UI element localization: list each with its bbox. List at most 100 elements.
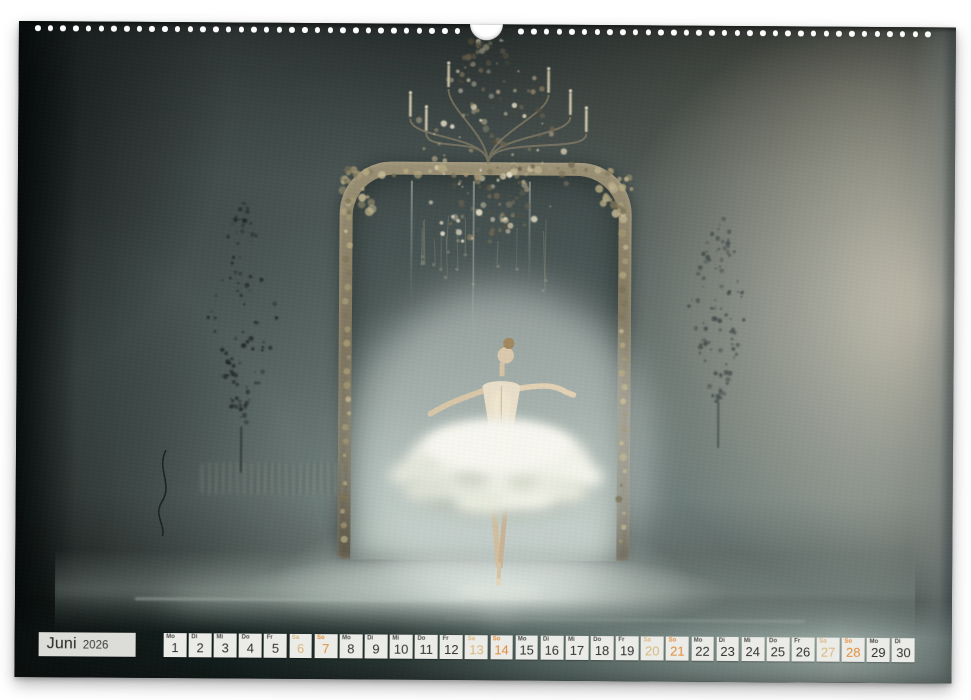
punch-hole: [302, 27, 308, 33]
punch-hole: [200, 26, 206, 32]
day-cell-11: Do11: [415, 635, 438, 659]
punch-hole: [709, 30, 715, 36]
punch-hole: [391, 28, 397, 34]
day-cell-21: So21: [666, 637, 689, 661]
punch-hole: [658, 29, 664, 35]
day-cell-5: Fr5: [264, 634, 287, 658]
day-number: 27: [817, 645, 840, 660]
day-number: 12: [440, 642, 463, 657]
day-number: 22: [691, 644, 714, 659]
day-number: 6: [289, 641, 312, 656]
punch-hole: [735, 30, 741, 36]
punch-hole: [213, 26, 219, 32]
day-cell-20: Sa20: [641, 636, 664, 660]
punch-hole: [162, 26, 168, 32]
day-cell-30: Di30: [892, 638, 915, 662]
calendar-artwork-ballerina-scene: [14, 21, 956, 684]
punch-hole: [226, 26, 232, 32]
punch-hole: [251, 27, 257, 33]
day-number: 25: [766, 644, 789, 659]
day-number: 17: [565, 643, 588, 658]
month-label-box: Juni 2026: [39, 632, 136, 656]
vignette: [14, 21, 956, 684]
punch-hole: [518, 28, 524, 34]
day-number: 23: [716, 644, 739, 659]
punch-hole: [913, 31, 919, 37]
day-cell-25: Do25: [766, 637, 789, 661]
day-number: 1: [164, 640, 187, 655]
punch-hole: [264, 27, 270, 33]
punch-hole: [417, 28, 423, 34]
day-number: 26: [792, 644, 815, 659]
punch-hole: [544, 29, 550, 35]
punch-hole: [556, 29, 562, 35]
punch-hole: [582, 29, 588, 35]
day-cell-27: Sa27: [817, 638, 840, 662]
day-number: 11: [415, 642, 438, 657]
punch-hole: [340, 27, 346, 33]
punch-hole: [824, 31, 830, 37]
day-cell-15: Mo15: [515, 635, 538, 659]
punch-hole: [149, 26, 155, 32]
punch-hole: [188, 26, 194, 32]
day-number: 21: [666, 644, 689, 659]
day-number: 29: [867, 645, 890, 660]
punch-hole: [99, 26, 105, 32]
day-cell-7: So7: [314, 634, 337, 658]
day-cell-16: Di16: [540, 636, 563, 660]
punch-hole: [874, 31, 880, 37]
day-number: 19: [616, 643, 639, 658]
punch-hole: [620, 29, 626, 35]
day-cell-2: Di2: [189, 633, 212, 657]
day-cell-9: Di9: [365, 634, 388, 658]
punch-hole: [887, 31, 893, 37]
day-cell-4: Do4: [239, 634, 262, 658]
punch-hole: [289, 27, 295, 33]
day-cell-12: Fr12: [440, 635, 463, 659]
day-number: 15: [515, 642, 538, 657]
day-cell-14: So14: [490, 635, 513, 659]
punch-hole: [811, 31, 817, 37]
punch-hole: [722, 30, 728, 36]
day-number: 24: [741, 644, 764, 659]
calendar-page: Juni 2026 Mo1Di2Mi3Do4Fr5Sa6So7Mo8Di9Mi1…: [14, 21, 956, 684]
punch-hole: [429, 28, 435, 34]
year-number: 2026: [83, 639, 109, 651]
punch-hole: [747, 30, 753, 36]
day-cell-18: Do18: [591, 636, 614, 660]
day-cell-19: Fr19: [616, 636, 639, 660]
day-cell-24: Mi24: [741, 637, 764, 661]
day-cell-3: Mi3: [214, 633, 237, 657]
day-number: 4: [239, 641, 262, 656]
punch-hole: [60, 25, 66, 31]
day-number: 18: [591, 643, 614, 658]
month-name: Juni: [47, 635, 77, 653]
day-number: 20: [641, 643, 664, 658]
punch-hole: [785, 30, 791, 36]
day-cell-28: So28: [842, 638, 865, 662]
punch-hole: [645, 29, 651, 35]
day-number: 30: [892, 645, 915, 660]
punch-hole: [684, 30, 690, 36]
punch-hole: [836, 31, 842, 37]
punch-hole: [773, 30, 779, 36]
punch-hole: [111, 26, 117, 32]
punch-hole: [366, 27, 372, 33]
punch-hole: [696, 30, 702, 36]
day-number: 3: [214, 640, 237, 655]
day-number: 8: [339, 641, 362, 656]
day-number: 10: [390, 642, 413, 657]
punch-hole: [569, 29, 575, 35]
punch-hole: [175, 26, 181, 32]
punch-hole: [277, 27, 283, 33]
punch-hole: [595, 29, 601, 35]
punch-hole: [671, 30, 677, 36]
punch-hole: [925, 31, 931, 37]
punch-hole: [48, 25, 54, 31]
punch-hole: [73, 25, 79, 31]
day-cell-13: Sa13: [465, 635, 488, 659]
punch-hole: [531, 29, 537, 35]
day-cell-26: Fr26: [792, 637, 815, 661]
day-cell-17: Mi17: [565, 636, 588, 660]
day-cell-8: Mo8: [339, 634, 362, 658]
